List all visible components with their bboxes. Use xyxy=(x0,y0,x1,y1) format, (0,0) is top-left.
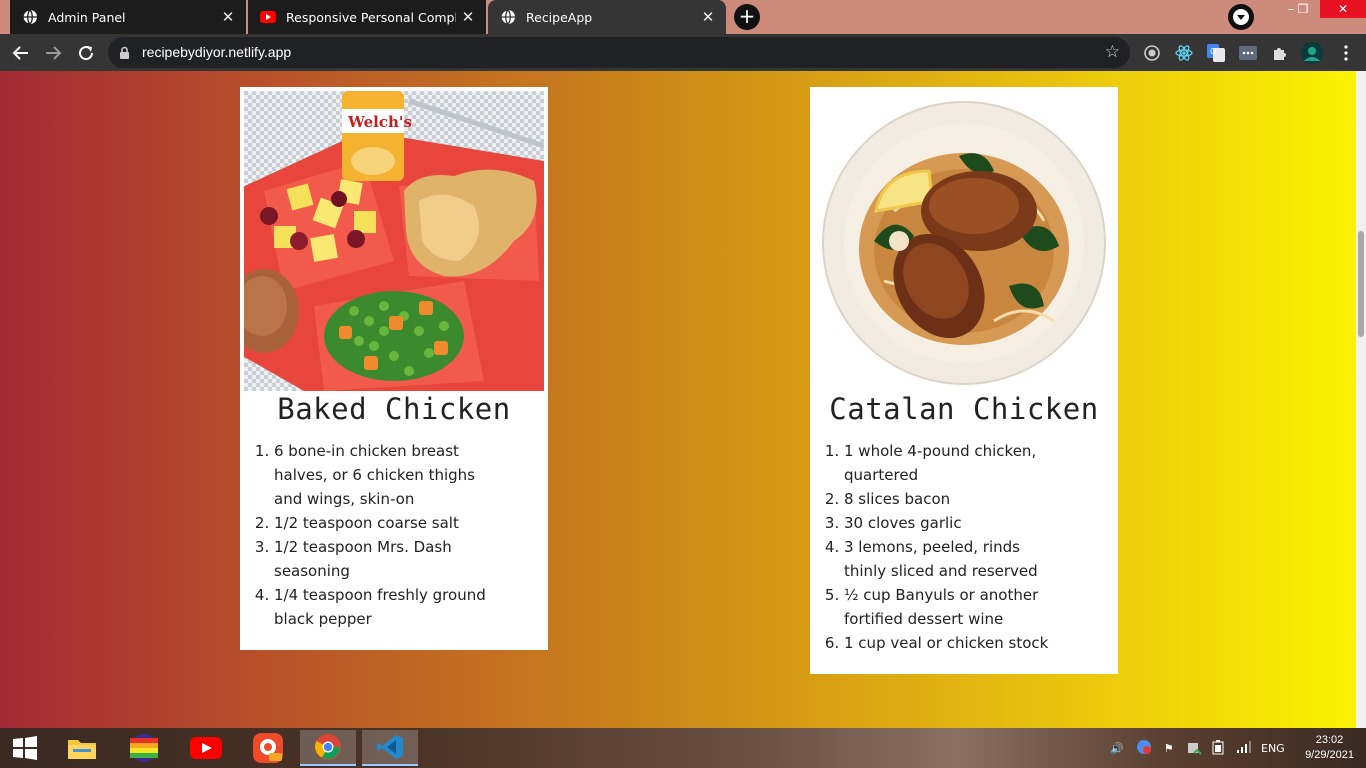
security-icon[interactable] xyxy=(1186,739,1202,758)
chrome-taskbar-icon[interactable] xyxy=(300,730,356,766)
list-item: 30 cloves garlic xyxy=(844,511,1064,535)
back-button[interactable] xyxy=(8,40,34,66)
window-close-button[interactable]: ✕ xyxy=(1320,0,1366,18)
svg-text:G: G xyxy=(1210,47,1216,56)
recipe-card: Catalan Chicken 1 whole 4-pound chicken,… xyxy=(810,87,1118,674)
recipe-title: Catalan Chicken xyxy=(829,392,1099,426)
ingredient-list: 6 bone-in chicken breast halves, or 6 ch… xyxy=(274,439,494,631)
list-item: 1/2 teaspoon Mrs. Dash seasoning xyxy=(274,535,494,583)
scrollbar-thumb[interactable] xyxy=(1358,231,1364,337)
ingredient-list: 1 whole 4-pound chicken, quartered 8 sli… xyxy=(844,439,1064,655)
tab-title: RecipeApp xyxy=(526,9,593,25)
browser-toolbar: recipebydiyor.netlify.app ☆ G xyxy=(0,34,1366,71)
windows-taskbar: 🔊 ⚑ ENG 23:02 9/29/2021 xyxy=(0,728,1366,768)
system-tray: 🔊 ⚑ xyxy=(1110,728,1260,768)
windows-logo-icon xyxy=(13,736,37,760)
list-item: 1/4 teaspoon freshly ground black pepper xyxy=(274,583,494,631)
tab-title: Admin Panel xyxy=(48,9,126,25)
tab-strip: Admin Panel ✕ Responsive Personal Comple… xyxy=(0,0,1366,34)
youtube-icon xyxy=(260,9,276,25)
can-label: Welch's xyxy=(347,113,412,131)
notification-app-icon[interactable] xyxy=(1136,739,1152,758)
recipe-photo: Welch's xyxy=(244,91,544,391)
language-indicator[interactable]: ENG xyxy=(1261,728,1285,768)
forward-button[interactable] xyxy=(40,40,66,66)
globe-icon xyxy=(22,9,38,25)
avatar[interactable] xyxy=(1300,41,1324,65)
page-scrollbar[interactable] xyxy=(1356,71,1366,728)
tab-responsive-personal[interactable]: Responsive Personal Complete Po ✕ xyxy=(248,0,486,34)
arrow-right-icon xyxy=(46,46,62,60)
close-icon[interactable]: ✕ xyxy=(460,8,476,26)
address-bar[interactable]: recipebydiyor.netlify.app ☆ xyxy=(108,37,1130,68)
clock-date: 9/29/2021 xyxy=(1305,749,1354,761)
battery-icon[interactable] xyxy=(1212,739,1226,758)
clock-time: 23:02 xyxy=(1315,734,1344,746)
tab-title: Responsive Personal Complete Po xyxy=(286,9,456,25)
start-button[interactable] xyxy=(0,730,50,766)
puzzle-icon[interactable] xyxy=(1270,43,1290,63)
plus-player-icon[interactable] xyxy=(240,730,296,766)
volume-icon[interactable]: 🔊 xyxy=(1110,742,1124,755)
extension-record-icon[interactable] xyxy=(1142,43,1162,63)
reload-icon xyxy=(79,46,94,61)
list-item: 8 slices bacon xyxy=(844,487,1064,511)
tab-admin-panel[interactable]: Admin Panel ✕ xyxy=(10,0,246,34)
new-tab-button[interactable]: + xyxy=(734,4,760,30)
tab-recipeapp[interactable]: RecipeApp ✕ xyxy=(488,0,726,34)
reload-button[interactable] xyxy=(73,40,99,66)
menu-dots-icon[interactable] xyxy=(1336,43,1356,63)
google-translate-icon[interactable]: G xyxy=(1206,43,1226,63)
file-explorer-icon[interactable] xyxy=(54,730,110,766)
flag-icon[interactable]: ⚑ xyxy=(1164,742,1174,755)
vscode-taskbar-icon[interactable] xyxy=(362,730,418,766)
lock-icon xyxy=(119,45,130,64)
list-item: 3 lemons, peeled, rinds thinly sliced an… xyxy=(844,535,1064,583)
close-icon[interactable]: ✕ xyxy=(220,8,236,26)
taskbar-clock[interactable]: 23:02 9/29/2021 xyxy=(1305,733,1354,763)
extension-dots-icon[interactable] xyxy=(1238,43,1258,63)
list-item: 1 whole 4-pound chicken, quartered xyxy=(844,439,1064,487)
url-text: recipebydiyor.netlify.app xyxy=(142,44,292,60)
globe-icon xyxy=(500,9,516,25)
react-devtools-icon[interactable] xyxy=(1174,43,1194,63)
youtube-app-icon[interactable] xyxy=(178,730,234,766)
list-item: ½ cup Banyuls or another fortified desse… xyxy=(844,583,1064,631)
tab-search-button[interactable] xyxy=(1228,4,1254,30)
list-item: 1 cup veal or chicken stock xyxy=(844,631,1064,655)
rainbow-app-icon[interactable] xyxy=(116,730,172,766)
recipe-card: Welch's Baked Chicken 1. 6 bone-in chick… xyxy=(240,87,548,650)
recipe-photo xyxy=(814,91,1114,391)
bookmark-star-icon[interactable]: ☆ xyxy=(1105,42,1120,62)
recipe-page: Welch's Baked Chicken 1. 6 bone-in chick… xyxy=(0,71,1356,728)
arrow-left-icon xyxy=(12,46,28,60)
list-item: 1/2 teaspoon coarse salt xyxy=(274,511,494,535)
list-item: 6 bone-in chicken breast halves, or 6 ch… xyxy=(274,439,494,511)
wifi-signal-icon[interactable] xyxy=(1236,740,1252,757)
close-icon[interactable]: ✕ xyxy=(700,8,716,26)
recipe-title: Baked Chicken xyxy=(277,392,511,426)
chevron-down-icon xyxy=(1233,9,1249,25)
